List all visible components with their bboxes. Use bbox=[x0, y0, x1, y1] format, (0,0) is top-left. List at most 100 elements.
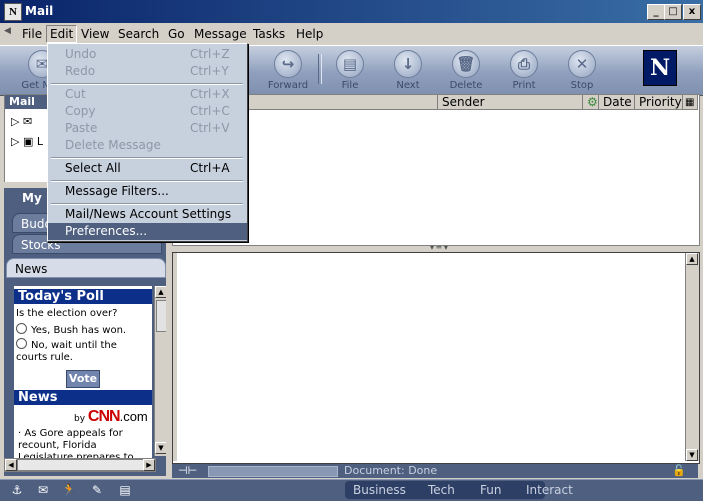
status-text: Document: Done bbox=[344, 464, 438, 477]
taskbar-tab-interact[interactable]: Interact bbox=[526, 481, 573, 499]
poll-question: Is the election over? bbox=[16, 308, 118, 319]
forward-icon: ↪ bbox=[274, 50, 302, 78]
menu-item-undo[interactable]: Undo Ctrl+Z bbox=[48, 46, 247, 63]
radio-button-icon[interactable] bbox=[16, 338, 27, 349]
cnn-brand: CNN bbox=[87, 408, 121, 425]
folder-row-label: L bbox=[36, 135, 44, 148]
cnn-by: by bbox=[74, 414, 86, 424]
menu-item-delete-message[interactable]: Delete Message bbox=[48, 137, 247, 154]
security-lock-icon[interactable]: 🔓 bbox=[672, 464, 686, 477]
poll-heading: Today's Poll bbox=[14, 289, 152, 304]
print-icon: ⎙ bbox=[510, 50, 538, 78]
menu-item-message-filters[interactable]: Message Filters... bbox=[48, 183, 247, 200]
menu-item-copy[interactable]: Copy Ctrl+C bbox=[48, 103, 247, 120]
column-header-priority[interactable]: Priority bbox=[635, 95, 683, 110]
menu-item-select-all[interactable]: Select All Ctrl+A bbox=[48, 160, 247, 177]
title-bar[interactable]: N Mail _ □ x bbox=[0, 0, 703, 23]
netscape-app-icon: N bbox=[4, 3, 22, 21]
message-pane[interactable]: ▲ ▼ bbox=[172, 252, 700, 464]
scroll-left-arrow-icon[interactable]: ◀ bbox=[5, 459, 17, 471]
window-title: Mail bbox=[25, 4, 54, 18]
scrollbar-thumb[interactable] bbox=[17, 459, 145, 471]
maximize-button[interactable]: □ bbox=[664, 4, 682, 20]
thread-pane[interactable]: Sender ⚙ Date Priority ▦ bbox=[172, 94, 700, 246]
stop-button[interactable]: ✕ Stop bbox=[554, 48, 610, 92]
poll-option-1[interactable]: Yes, Bush has won. bbox=[16, 323, 150, 337]
cnn-logo[interactable]: by CNN.com bbox=[74, 408, 148, 426]
netscape-logo[interactable]: N bbox=[643, 50, 677, 86]
menu-help[interactable]: Help bbox=[293, 26, 326, 42]
poll-option-2[interactable]: No, wait until the courts rule. bbox=[16, 338, 150, 364]
stop-label: Stop bbox=[570, 80, 594, 91]
junk-status-icon[interactable]: ⚙ bbox=[583, 95, 599, 110]
taskbar-tab-fun[interactable]: Fun bbox=[480, 481, 501, 499]
delete-button[interactable]: 🗑 Delete bbox=[438, 48, 494, 92]
close-button[interactable]: x bbox=[683, 4, 701, 20]
menu-separator bbox=[51, 180, 243, 182]
menu-item-account-settings[interactable]: Mail/News Account Settings bbox=[48, 206, 247, 223]
news-panel: Today's Poll Is the election over? Yes, … bbox=[14, 286, 152, 464]
next-button[interactable]: ↓ Next bbox=[380, 48, 436, 92]
splitter-collapse-icon[interactable]: ▾ ═ ▾ bbox=[430, 243, 448, 252]
menu-item-redo[interactable]: Redo Ctrl+Y bbox=[48, 63, 247, 80]
menu-file[interactable]: File bbox=[19, 26, 45, 42]
menu-search[interactable]: Search bbox=[115, 26, 162, 42]
sidebar-horizontal-scrollbar[interactable]: ◀ ▶ bbox=[4, 458, 156, 472]
mail-icon[interactable]: ✉ bbox=[34, 483, 52, 497]
next-icon: ↓ bbox=[394, 50, 422, 78]
scroll-down-arrow-icon[interactable]: ▼ bbox=[686, 449, 698, 461]
sidebar-tab-news[interactable]: News bbox=[6, 258, 166, 278]
menubar-grip-icon[interactable]: ◀ bbox=[4, 26, 12, 42]
news-heading: News bbox=[14, 390, 152, 405]
poll-option-2-label: No, wait until the courts rule. bbox=[16, 340, 117, 363]
composer-icon[interactable]: ✎ bbox=[88, 483, 106, 497]
message-pane-left-edge bbox=[173, 253, 177, 461]
vote-button[interactable]: Vote bbox=[66, 370, 100, 388]
file-label: File bbox=[341, 80, 359, 91]
component-bar: ⚓ ✉ 🏃 ✎ ▤ Business Tech Fun Interact bbox=[0, 479, 703, 501]
stop-icon: ✕ bbox=[568, 50, 596, 78]
message-vertical-scrollbar[interactable]: ▲ ▼ bbox=[685, 253, 699, 461]
edit-menu-dropdown: Undo Ctrl+Z Redo Ctrl+Y Cut Ctrl+X Copy Ctrl… bbox=[47, 43, 248, 242]
menu-view[interactable]: View bbox=[78, 26, 112, 42]
column-header-date[interactable]: Date bbox=[599, 95, 635, 110]
print-button[interactable]: ⎙ Print bbox=[496, 48, 552, 92]
radio-button-icon[interactable] bbox=[16, 323, 27, 334]
print-label: Print bbox=[512, 80, 536, 91]
menu-separator bbox=[51, 157, 243, 159]
runner-icon[interactable]: 🏃 bbox=[60, 483, 78, 497]
scroll-up-arrow-icon[interactable]: ▲ bbox=[686, 253, 698, 265]
navigator-icon[interactable]: ⚓ bbox=[8, 483, 26, 497]
delete-label: Delete bbox=[449, 80, 483, 91]
menu-item-paste[interactable]: Paste Ctrl+V bbox=[48, 120, 247, 137]
column-picker-icon[interactable]: ▦ bbox=[683, 95, 698, 110]
menu-item-preferences[interactable]: Preferences... bbox=[48, 223, 247, 240]
menu-edit[interactable]: Edit bbox=[46, 25, 78, 43]
cnn-brand-suffix: .com bbox=[119, 409, 148, 424]
file-button[interactable]: ▤ File bbox=[322, 48, 378, 92]
forward-button[interactable]: ↪ Forward bbox=[260, 48, 316, 92]
scroll-right-arrow-icon[interactable]: ▶ bbox=[143, 459, 155, 471]
mail-folder-icon: ✉ bbox=[22, 115, 33, 128]
delete-icon: 🗑 bbox=[452, 50, 480, 78]
progress-meter bbox=[208, 466, 338, 477]
local-folders-icon: ▣ bbox=[22, 135, 34, 148]
poll-option-1-label: Yes, Bush has won. bbox=[31, 325, 127, 336]
minimize-button[interactable]: _ bbox=[647, 4, 665, 20]
forward-label: Forward bbox=[267, 80, 309, 91]
online-status-icon[interactable]: ⊣⊢ bbox=[178, 464, 197, 477]
expand-twisty-icon[interactable]: ▷ bbox=[11, 135, 19, 148]
addressbook-icon[interactable]: ▤ bbox=[116, 483, 134, 497]
folder-row-inbox[interactable]: ▷ ✉ bbox=[11, 115, 32, 128]
expand-twisty-icon[interactable]: ▷ bbox=[11, 115, 19, 128]
menu-item-cut[interactable]: Cut Ctrl+X bbox=[48, 86, 247, 103]
taskbar-tab-tech[interactable]: Tech bbox=[428, 481, 455, 499]
menu-tasks[interactable]: Tasks bbox=[250, 26, 288, 42]
menu-go[interactable]: Go bbox=[165, 26, 188, 42]
menu-message[interactable]: Message bbox=[191, 26, 250, 42]
column-header-sender[interactable]: Sender bbox=[438, 95, 583, 110]
next-label: Next bbox=[396, 80, 420, 91]
taskbar-tab-business[interactable]: Business bbox=[353, 481, 406, 499]
folder-row-local[interactable]: ▷ ▣ L bbox=[11, 135, 43, 148]
status-bar: ⊣⊢ Document: Done 🔓 bbox=[172, 464, 698, 478]
